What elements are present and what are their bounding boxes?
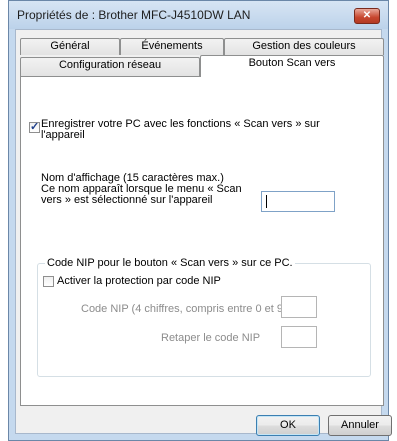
ok-button[interactable]: OK bbox=[256, 415, 320, 436]
scan-to-panel: Enregistrer votre PC avec les fonctions … bbox=[20, 76, 384, 406]
cancel-button[interactable]: Annuler bbox=[328, 415, 392, 436]
pin-group-title: Code NIP pour le bouton « Scan vers » su… bbox=[45, 257, 295, 269]
title-bar[interactable]: Propriétés de : Brother MFC-J4510DW LAN … bbox=[9, 1, 388, 29]
enable-pin-checkbox[interactable] bbox=[43, 276, 54, 287]
tab-color-management[interactable]: Gestion des couleurs bbox=[224, 38, 384, 55]
dialog-client-area: Général Événements Gestion des couleurs … bbox=[15, 29, 392, 436]
retype-pin-label: Retaper le code NIP bbox=[161, 332, 261, 344]
properties-dialog: Propriétés de : Brother MFC-J4510DW LAN … bbox=[8, 0, 392, 441]
tab-general[interactable]: Général bbox=[20, 38, 120, 55]
close-button[interactable]: ✕ bbox=[354, 8, 380, 24]
tab-network-config[interactable]: Configuration réseau bbox=[20, 57, 200, 76]
window-title: Propriétés de : Brother MFC-J4510DW LAN bbox=[17, 8, 251, 22]
pin-code-label: Code NIP (4 chiffres, compris entre 0 et… bbox=[81, 303, 287, 315]
display-name-input[interactable] bbox=[261, 191, 335, 212]
text-caret bbox=[266, 195, 267, 208]
tab-events[interactable]: Événements bbox=[120, 38, 224, 55]
display-name-label-line3: vers » est sélectionné sur l'appareil bbox=[41, 194, 213, 206]
tab-scan-to-button[interactable]: Bouton Scan vers bbox=[200, 55, 384, 77]
retype-pin-input[interactable] bbox=[281, 326, 317, 348]
register-pc-label-line2: l'appareil bbox=[41, 129, 85, 141]
pin-code-input[interactable] bbox=[281, 296, 317, 318]
register-pc-checkbox[interactable] bbox=[29, 120, 40, 133]
enable-pin-label: Activer la protection par code NIP bbox=[57, 275, 221, 287]
